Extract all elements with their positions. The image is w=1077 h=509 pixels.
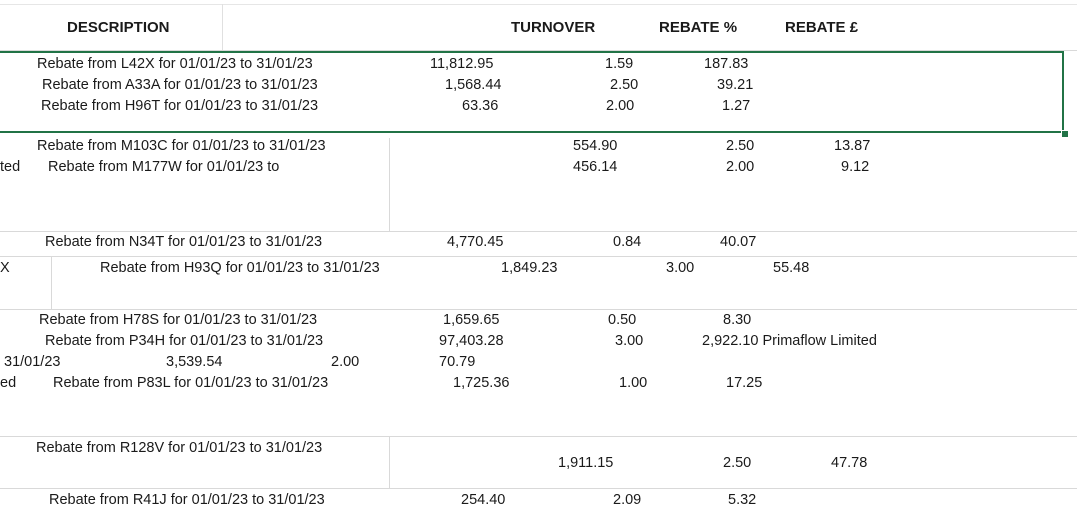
- cell-description[interactable]: Rebate from A33A for 01/01/23 to 31/01/2…: [42, 76, 318, 94]
- cell-rebate-percent[interactable]: 2.00: [606, 97, 634, 115]
- cell-rebate-percent[interactable]: 2.09: [613, 491, 641, 509]
- cell-rebate-amount[interactable]: 47.78: [831, 454, 867, 472]
- cell-rebate-amount[interactable]: 9.12: [841, 158, 869, 176]
- cell-rebate-percent[interactable]: 3.00: [615, 332, 643, 350]
- cell-divider: [51, 257, 52, 309]
- cell-rebate-amount[interactable]: 8.30: [723, 311, 751, 329]
- cell-turnover[interactable]: 11,812.95: [430, 55, 493, 73]
- cell-description[interactable]: Rebate from H96T for 01/01/23 to 31/01/2…: [41, 97, 318, 115]
- cell-description[interactable]: Rebate from M177W for 01/01/23 to: [48, 158, 279, 176]
- cell-turnover[interactable]: 554.90: [573, 137, 617, 155]
- cell-turnover[interactable]: 1,849.23: [501, 259, 557, 277]
- column-header-row: DESCRIPTION TURNOVER REBATE % REBATE £: [0, 0, 1077, 51]
- cell-rebate-percent[interactable]: 1.00: [619, 374, 647, 392]
- header-rebate-percent[interactable]: REBATE %: [659, 19, 737, 36]
- cell-description[interactable]: Rebate from L42X for 01/01/23 to 31/01/2…: [37, 55, 313, 73]
- cell-truncated-text[interactable]: ted: [0, 158, 20, 176]
- header-turnover[interactable]: TURNOVER: [511, 19, 595, 36]
- cell-rebate-amount[interactable]: 17.25: [726, 374, 762, 392]
- cell-rebate-amount[interactable]: 1.27: [722, 97, 750, 115]
- cell-rebate-percent[interactable]: 2.50: [726, 137, 754, 155]
- row-divider: [0, 256, 1077, 257]
- cell-rebate-amount[interactable]: 39.21: [717, 76, 753, 94]
- cell-rebate-percent[interactable]: 2.50: [610, 76, 638, 94]
- cell-description[interactable]: Rebate from H93Q for 01/01/23 to 31/01/2…: [100, 259, 380, 277]
- cell-rebate-percent[interactable]: 2.00: [331, 353, 359, 371]
- cell-rebate-amount[interactable]: 70.79: [439, 353, 475, 371]
- cell-turnover[interactable]: 254.40: [461, 491, 505, 509]
- row-divider: [0, 309, 1077, 310]
- cell-description[interactable]: Rebate from R41J for 01/01/23 to 31/01/2…: [49, 491, 325, 509]
- cell-rebate-amount[interactable]: 55.48: [773, 259, 809, 277]
- cell-truncated-text[interactable]: X: [0, 259, 10, 277]
- cell-turnover[interactable]: 63.36: [462, 97, 498, 115]
- cell-turnover[interactable]: 1,725.36: [453, 374, 509, 392]
- cell-turnover[interactable]: 4,770.45: [447, 233, 503, 251]
- cell-rebate-percent[interactable]: 0.84: [613, 233, 641, 251]
- row-divider: [0, 231, 1077, 232]
- cell-rebate-amount[interactable]: 13.87: [834, 137, 870, 155]
- cell-rebate-amount[interactable]: 2,922.10 Primaflow Limited: [702, 332, 877, 350]
- header-top-border: [0, 4, 1077, 5]
- fill-handle[interactable]: [1061, 130, 1069, 138]
- cell-turnover[interactable]: 97,403.28: [439, 332, 504, 350]
- cell-rebate-percent[interactable]: 1.59: [605, 55, 633, 73]
- cell-rebate-percent[interactable]: 2.00: [726, 158, 754, 176]
- cell-description[interactable]: Rebate from H78S for 01/01/23 to 31/01/2…: [39, 311, 317, 329]
- cell-rebate-percent[interactable]: 0.50: [608, 311, 636, 329]
- cell-description[interactable]: Rebate from P34H for 01/01/23 to 31/01/2…: [45, 332, 323, 350]
- cell-truncated-text[interactable]: ed: [0, 374, 16, 392]
- cell-divider: [389, 437, 390, 488]
- cell-rebate-amount[interactable]: 187.83: [704, 55, 748, 73]
- cell-rebate-percent[interactable]: 3.00: [666, 259, 694, 277]
- cell-turnover[interactable]: 1,659.65: [443, 311, 499, 329]
- cell-description[interactable]: Rebate from R128V for 01/01/23 to 31/01/…: [36, 439, 322, 457]
- cell-rebate-amount[interactable]: 40.07: [720, 233, 756, 251]
- header-rebate-gbp[interactable]: REBATE £: [785, 19, 858, 36]
- row-divider: [0, 488, 1077, 489]
- header-column-divider: [222, 4, 223, 50]
- header-description[interactable]: DESCRIPTION: [67, 19, 170, 36]
- cell-turnover[interactable]: 456.14: [573, 158, 617, 176]
- cell-description[interactable]: Rebate from N34T for 01/01/23 to 31/01/2…: [45, 233, 322, 251]
- cell-divider: [389, 138, 390, 231]
- cell-description[interactable]: Rebate from M103C for 01/01/23 to 31/01/…: [37, 137, 326, 155]
- row-divider: [0, 436, 1077, 437]
- cell-turnover[interactable]: 3,539.54: [166, 353, 222, 371]
- cell-turnover[interactable]: 1,911.15: [558, 454, 613, 472]
- cell-date-fragment[interactable]: 31/01/23: [4, 353, 60, 371]
- cell-rebate-amount[interactable]: 5.32: [728, 491, 756, 509]
- cell-turnover[interactable]: 1,568.44: [445, 76, 501, 94]
- cell-description[interactable]: Rebate from P83L for 01/01/23 to 31/01/2…: [53, 374, 328, 392]
- cell-rebate-percent[interactable]: 2.50: [723, 454, 751, 472]
